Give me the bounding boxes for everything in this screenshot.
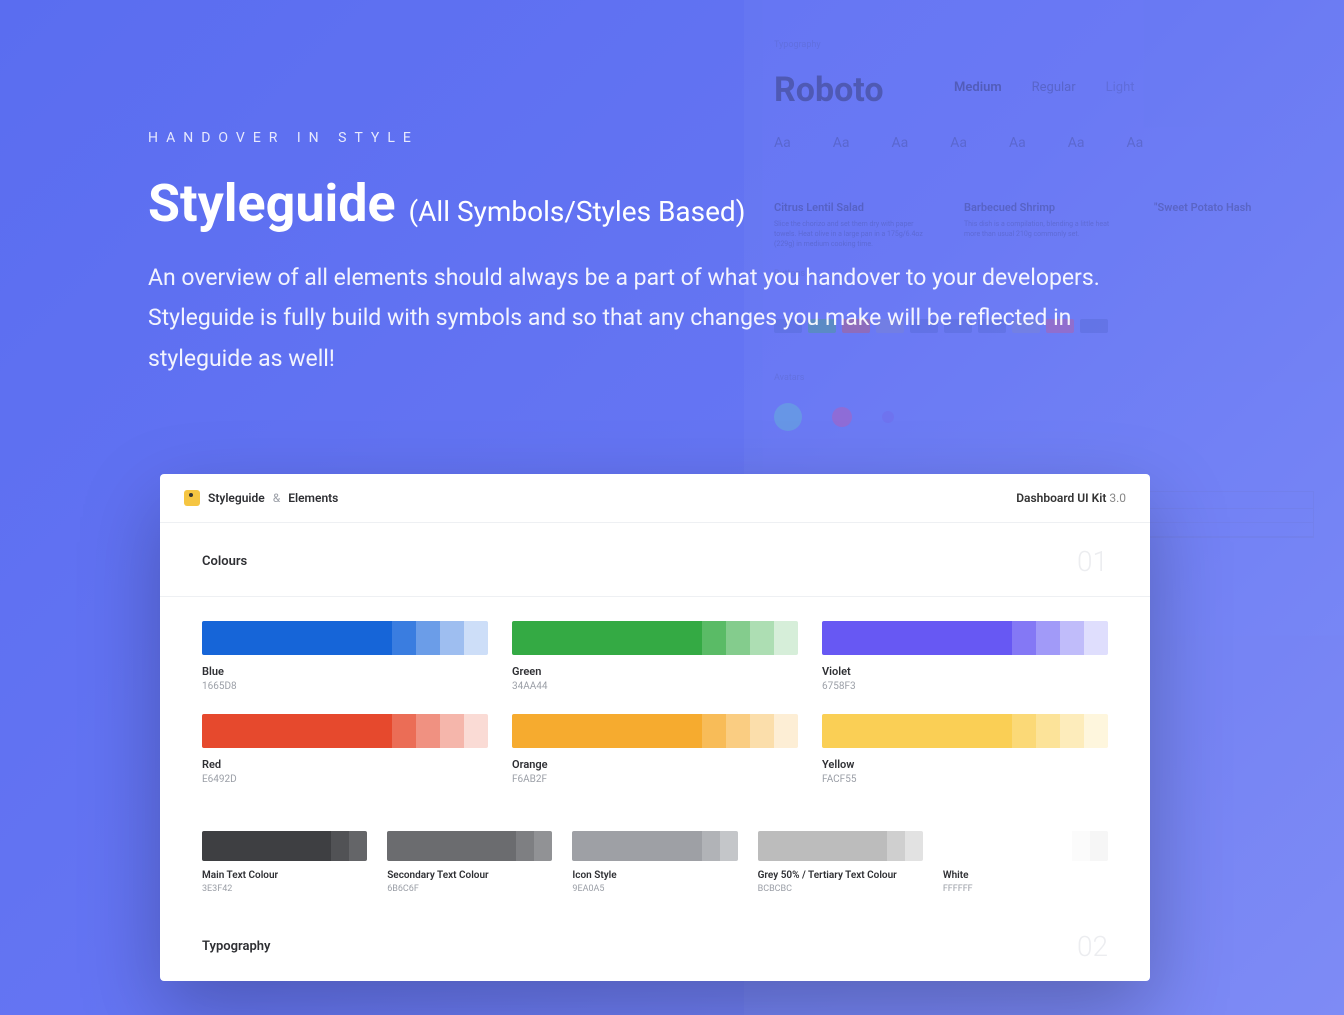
divider	[160, 596, 1150, 597]
color-swatch	[758, 831, 923, 861]
color-name: Main Text Colour	[202, 870, 367, 881]
color-swatch	[822, 621, 1108, 655]
card-header-right: Dashboard UI Kit 3.0	[1016, 491, 1126, 505]
color-hex: E6492D	[202, 774, 488, 785]
color-name: Orange	[512, 758, 798, 771]
color-hex: 3E3F42	[202, 884, 367, 894]
color-name: Green	[512, 665, 798, 678]
color-swatch	[943, 831, 1108, 861]
color-name: Secondary Text Colour	[387, 870, 552, 881]
card-header: Styleguide & Elements Dashboard UI Kit 3…	[160, 474, 1150, 523]
color-hex: 9EA0A5	[572, 884, 737, 894]
color-block: Blue 1665D8	[202, 621, 488, 692]
color-block: Orange F6AB2F	[512, 714, 798, 785]
color-name: Icon Style	[572, 870, 737, 881]
color-hex: F6AB2F	[512, 774, 798, 785]
color-block: Green 34AA44	[512, 621, 798, 692]
color-block: Grey 50% / Tertiary Text Colour BCBCBC	[758, 831, 923, 894]
color-swatch	[822, 714, 1108, 748]
color-swatch	[202, 621, 488, 655]
color-name: Grey 50% / Tertiary Text Colour	[758, 870, 923, 881]
color-block: Icon Style 9EA0A5	[572, 831, 737, 894]
color-block: Violet 6758F3	[822, 621, 1108, 692]
color-hex: 6B6C6F	[387, 884, 552, 894]
card-header-left: Styleguide & Elements	[184, 490, 338, 506]
styleguide-card: Styleguide & Elements Dashboard UI Kit 3…	[160, 474, 1150, 981]
color-name: White	[943, 870, 1108, 881]
color-hex: 34AA44	[512, 681, 798, 692]
color-name: Yellow	[822, 758, 1108, 771]
color-hex: FFFFFF	[943, 884, 1108, 894]
color-swatch	[512, 621, 798, 655]
section-colours-header: Colours 01	[160, 523, 1150, 596]
color-block: Secondary Text Colour 6B6C6F	[387, 831, 552, 894]
page-title: Styleguide (All Symbols/Styles Based)	[148, 178, 1144, 230]
color-name: Red	[202, 758, 488, 771]
bg-avatars: Avatars	[774, 373, 1314, 431]
color-swatch	[387, 831, 552, 861]
color-name: Violet	[822, 665, 1108, 678]
page-description: An overview of all elements should alway…	[148, 258, 1108, 379]
color-hex: FACF55	[822, 774, 1108, 785]
color-name: Blue	[202, 665, 488, 678]
eyebrow: HANDOVER IN STYLE	[148, 130, 1144, 146]
color-block: Main Text Colour 3E3F42	[202, 831, 367, 894]
section-typography-header: Typography 02	[160, 900, 1150, 981]
color-block: White FFFFFF	[943, 831, 1108, 894]
color-hex: 6758F3	[822, 681, 1108, 692]
color-block: Yellow FACF55	[822, 714, 1108, 785]
neutral-row: Main Text Colour 3E3F42 Secondary Text Col…	[160, 831, 1150, 900]
bg-typography-label: Typography	[774, 40, 1314, 50]
color-hex: BCBCBC	[758, 884, 923, 894]
page-subtitle: (All Symbols/Styles Based)	[409, 195, 746, 228]
color-swatch	[202, 831, 367, 861]
color-hex: 1665D8	[202, 681, 488, 692]
bg-weights: Medium Regular Light	[954, 80, 1314, 95]
color-swatch	[512, 714, 798, 748]
color-swatch	[202, 714, 488, 748]
color-swatch	[572, 831, 737, 861]
colors-grid: Blue 1665D8 Green 34AA44 Violet 6758F3 Red E64…	[160, 621, 1150, 831]
logo-icon	[184, 490, 200, 506]
hero: HANDOVER IN STYLE Styleguide (All Symbol…	[148, 130, 1144, 379]
color-block: Red E6492D	[202, 714, 488, 785]
